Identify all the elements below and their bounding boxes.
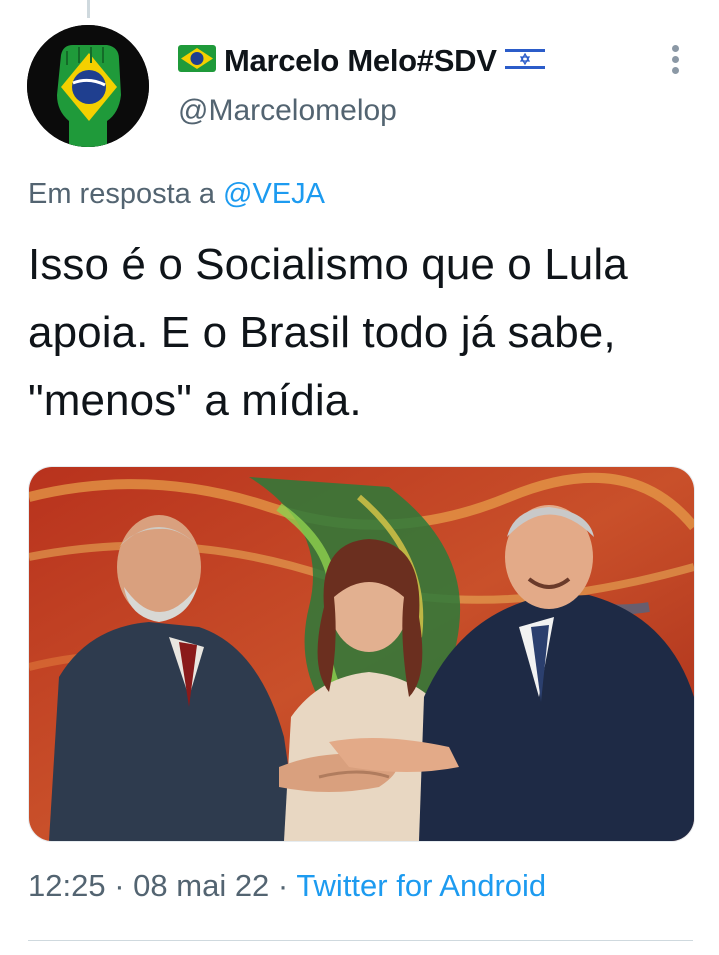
tweet-time[interactable]: 12:25: [28, 868, 106, 903]
raised-fist-brazil-flag-icon: [27, 25, 149, 147]
author-display-name[interactable]: Marcelo Melo#SDV: [224, 43, 497, 79]
reply-prefix: Em resposta a: [28, 178, 215, 210]
author-name-row[interactable]: Marcelo Melo#SDV: [178, 40, 545, 82]
more-options-icon[interactable]: [664, 45, 686, 79]
thread-connector-line: [87, 0, 90, 18]
meta-separator: ·: [277, 868, 289, 903]
reply-context: Em resposta a @VEJA: [28, 178, 325, 211]
reply-mention-link[interactable]: @VEJA: [223, 178, 325, 210]
divider: [28, 940, 693, 941]
brazil-flag-icon: [178, 45, 216, 77]
israel-flag-icon: [504, 44, 545, 78]
tweet-date[interactable]: 08 mai 22: [133, 868, 269, 903]
meta-separator: ·: [114, 868, 125, 903]
tweet-source-link[interactable]: Twitter for Android: [296, 868, 546, 903]
author-handle[interactable]: @Marcelomelop: [178, 94, 397, 128]
tweet-photo[interactable]: [28, 466, 695, 842]
tweet-metadata: 12:25 · 08 mai 22 · Twitter for Android: [28, 868, 546, 904]
tweet-text: Isso é o Socialismo que o Lula apoia. E …: [28, 240, 628, 425]
avatar[interactable]: [27, 25, 149, 147]
